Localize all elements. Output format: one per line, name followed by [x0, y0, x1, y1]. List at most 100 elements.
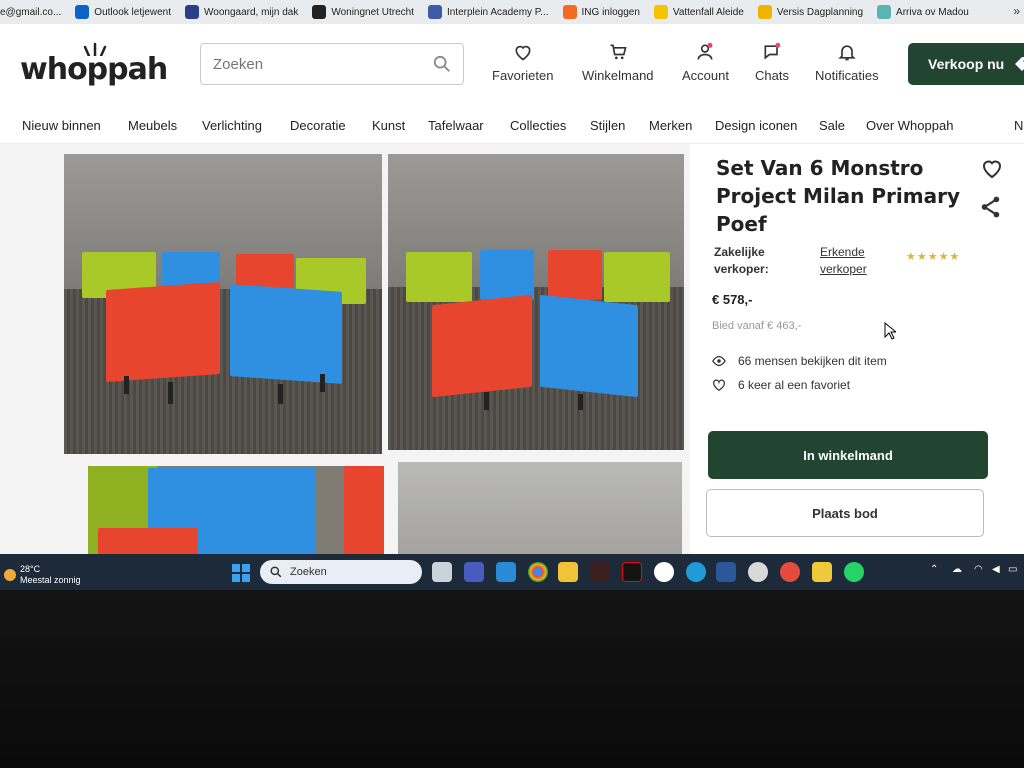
mail-icon[interactable] [496, 562, 516, 582]
mouse-cursor-icon [884, 322, 896, 340]
minimum-bid: Bied vanaf € 463,- [712, 320, 802, 332]
bell-icon [838, 45, 856, 61]
weather-temp: 28°C [20, 564, 41, 574]
bookmark-item[interactable]: Vattenfall Aleide [653, 5, 744, 19]
product-photo-4[interactable] [398, 462, 682, 554]
netflix-icon[interactable] [622, 562, 642, 582]
nav-cart-label: Winkelmand [582, 68, 654, 83]
file-explorer-icon[interactable] [558, 562, 578, 582]
nav-notifications[interactable]: Notificaties [815, 42, 879, 83]
app-icon-2[interactable] [748, 562, 768, 582]
volume-icon[interactable]: ◀ [992, 564, 1000, 575]
nav-notifications-label: Notificaties [815, 68, 879, 83]
nav-account[interactable]: Account [682, 42, 729, 83]
product-photo-1[interactable] [64, 154, 382, 454]
leg [484, 392, 489, 410]
shield-icon[interactable] [812, 562, 832, 582]
cube-green [604, 252, 670, 302]
word-icon[interactable] [716, 562, 736, 582]
bookmark-item[interactable]: Woongaard, mijn dak [185, 5, 298, 19]
product-photo-3[interactable] [88, 466, 384, 556]
chrome-profile-icon[interactable] [780, 562, 800, 582]
taskbar-search[interactable]: Zoeken [260, 560, 422, 584]
add-to-cart-button[interactable]: In winkelmand [708, 431, 988, 479]
product-title: Set Van 6 Monstro Project Milan Primary … [716, 156, 960, 236]
product-photo-2[interactable] [388, 154, 684, 450]
tag-icon [1015, 57, 1024, 71]
bookmark-item[interactable]: e@gmail.co... [0, 7, 61, 18]
search-icon [270, 566, 282, 578]
bookmark-icon [562, 5, 577, 19]
category-link[interactable]: N [1014, 118, 1023, 133]
sell-now-button[interactable]: Verkoop nu [908, 43, 1024, 85]
app-icon[interactable] [590, 562, 610, 582]
cloud-icon[interactable]: ☁ [952, 564, 962, 575]
bookmark-icon [75, 5, 90, 19]
search-icon[interactable] [433, 55, 451, 73]
rating-stars: ★★★★★ [906, 251, 961, 263]
leg [168, 382, 173, 404]
verified-seller-link[interactable]: Erkende verkoper [820, 244, 900, 278]
bookmark-icon [757, 5, 772, 19]
sell-now-label: Verkoop nu [928, 56, 1005, 72]
category-link[interactable]: Kunst [372, 118, 405, 133]
edge-icon[interactable] [686, 562, 706, 582]
category-link[interactable]: Over Whoppah [866, 118, 953, 133]
favorite-heart-icon[interactable] [980, 156, 1004, 180]
user-icon [697, 42, 713, 60]
heart-icon [515, 45, 531, 61]
search-box[interactable] [200, 43, 464, 85]
place-bid-button[interactable]: Plaats bod [706, 489, 984, 537]
category-link[interactable]: Collecties [510, 118, 566, 133]
category-link[interactable]: Tafelwaar [428, 118, 484, 133]
cube-red [548, 250, 602, 300]
bookmark-icon [185, 5, 200, 19]
whoppah-logo[interactable]: whoppah [20, 52, 168, 87]
windows-start-icon[interactable] [232, 564, 250, 582]
weather-desc: Meestal zonnig [20, 575, 81, 585]
bookmark-label: Interplein Academy P... [446, 6, 549, 18]
bookmarks-more-icon[interactable]: » [1013, 4, 1020, 18]
bookmark-item[interactable]: ING inloggen [562, 5, 640, 19]
seller-type-label: Zakelijke verkoper: [714, 245, 769, 276]
favorites-info: 6 keer al een favoriet [712, 378, 850, 392]
category-link[interactable]: Sale [819, 118, 845, 133]
category-link[interactable]: Nieuw binnen [22, 118, 101, 133]
search-input[interactable] [213, 55, 433, 73]
laptop-bezel [0, 590, 1024, 768]
battery-icon[interactable]: ▭ [1008, 564, 1017, 575]
xbox-icon[interactable] [654, 562, 674, 582]
cube-blue [540, 294, 638, 398]
share-icon[interactable] [978, 194, 1004, 220]
nav-favorites[interactable]: Favorieten [492, 42, 553, 83]
leg [278, 384, 283, 404]
nav-cart[interactable]: Winkelmand [582, 42, 654, 83]
category-link[interactable]: Decoratie [290, 118, 346, 133]
bookmark-label: Vattenfall Aleide [672, 6, 744, 18]
task-view-icon[interactable] [432, 562, 452, 582]
bookmark-item[interactable]: Outlook letjewent [75, 5, 171, 19]
weather-widget[interactable]: 28°C Meestal zonnig [4, 564, 81, 586]
bookmark-icon [653, 5, 668, 19]
category-nav: Nieuw binnen Meubels Verlichting Decoratie K… [0, 106, 1024, 144]
bookmark-item[interactable]: Arriva ov Madou [877, 5, 969, 19]
bookmark-item[interactable]: Woningnet Utrecht [312, 5, 414, 19]
bookmark-label: Arriva ov Madou [896, 6, 969, 18]
bookmark-item[interactable]: Interplein Academy P... [427, 5, 549, 19]
category-link[interactable]: Meubels [128, 118, 177, 133]
teams-icon[interactable] [464, 562, 484, 582]
category-link[interactable]: Merken [649, 118, 692, 133]
bookmark-item[interactable]: Versis Dagplanning [757, 5, 863, 19]
nav-account-label: Account [682, 68, 729, 83]
category-link[interactable]: Design iconen [715, 118, 797, 133]
category-link[interactable]: Stijlen [590, 118, 625, 133]
cube-blue [230, 284, 342, 384]
chrome-icon[interactable] [528, 562, 548, 582]
cart-icon [610, 44, 627, 60]
product-content: Set Van 6 Monstro Project Milan Primary … [0, 144, 1024, 556]
tray-chevron-icon[interactable]: ⌃ [930, 564, 938, 575]
whatsapp-icon[interactable] [844, 562, 864, 582]
category-link[interactable]: Verlichting [202, 118, 262, 133]
wifi-icon[interactable]: ◠ [974, 564, 983, 575]
nav-chats[interactable]: Chats [755, 42, 789, 83]
